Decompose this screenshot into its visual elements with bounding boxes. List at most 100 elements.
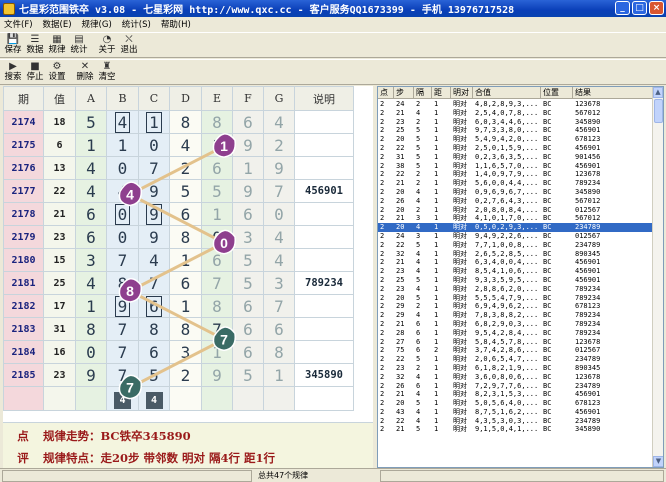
list-cell: 2	[416, 302, 421, 311]
list-row[interactable]: 2 31 5 1 明对 0,2,3,6,3,5,... BC 901456	[378, 153, 653, 162]
list-row[interactable]: 2 21 4 1 明对 6,3,4,0,0,4,... BC 456901	[378, 258, 653, 267]
list-row[interactable]: 2 20 4 1 明对 0,9,6,9,6,7,... BC 345890	[378, 188, 653, 197]
toolbar-button-2[interactable]: ⚙ 设置	[46, 60, 68, 84]
menu-item-3[interactable]: 统计(S)	[122, 18, 151, 30]
sum-value-cell: 13	[43, 156, 76, 180]
digit-value: 6	[180, 273, 191, 293]
list-row[interactable]: 2 21 2 1 明对 5,6,0,0,4,4,... BC 789234	[378, 179, 653, 188]
toolbar-button-0[interactable]: ▶ 搜索	[2, 60, 24, 84]
list-row[interactable]: 2 22 5 1 明对 2,5,0,1,5,9,... BC 456901	[378, 144, 653, 153]
list-row[interactable]: 2 32 4 1 明对 3,6,0,8,0,6,... BC 123678	[378, 373, 653, 382]
list-row[interactable]: 2 21 4 1 明对 2,5,4,0,7,8,... BC 567012	[378, 109, 653, 118]
list-row[interactable]: 2 32 4 1 明对 2,6,5,2,8,5,... BC 890345	[378, 250, 653, 259]
list-row[interactable]: 2 21 6 1 明对 6,8,2,9,0,3,... BC 789234	[378, 320, 653, 329]
list-row[interactable]: 2 20 2 1 明对 2,0,8,0,8,4,... BC 012567	[378, 206, 653, 215]
list-row[interactable]: 2 21 4 1 明对 8,2,3,1,5,3,... BC 456901	[378, 390, 653, 399]
list-row[interactable]: 2 20 4 1 明对 0,5,0,2,9,3,... BC 234789	[378, 223, 653, 232]
list-cell: 3,7,4,2,8,6,...	[475, 346, 539, 355]
list-row[interactable]: 2 21 3 1 明对 4,1,0,1,7,0,... BC 567012	[378, 214, 653, 223]
scroll-thumb[interactable]	[654, 99, 663, 123]
list-cell: 2	[380, 337, 385, 346]
list-row[interactable]: 2 24 2 1 明对 4,8,2,8,9,3,... BC 123678	[378, 100, 653, 109]
toolbar-button-5[interactable]: ⛌ 退出	[118, 33, 140, 57]
note-cell	[294, 156, 354, 180]
list-column-header[interactable]: 明对	[451, 87, 473, 98]
scroll-down-arrow[interactable]: ▼	[653, 456, 663, 467]
maximize-button[interactable]: □	[632, 1, 647, 15]
list-cell: 7,2,9,7,7,6,...	[475, 381, 539, 390]
list-row[interactable]: 2 38 5 1 明对 1,1,6,5,7,0,... BC 456901	[378, 162, 653, 171]
toolbar-button-3[interactable]: ▤ 统计	[68, 33, 90, 57]
list-row[interactable]: 2 20 5 1 明对 5,4,9,4,2,0,... BC 678123	[378, 135, 653, 144]
list-cell: 789234	[575, 311, 601, 320]
list-row[interactable]: 2 29 4 1 明对 7,8,3,8,8,2,... BC 789234	[378, 311, 653, 320]
digit-cell: 4	[138, 248, 170, 272]
list-row[interactable]: 2 22 4 1 明对 4,3,5,3,0,3,... BC 234789	[378, 417, 653, 426]
digit-cell: 0	[201, 225, 233, 249]
list-scrollbar[interactable]: ▲ ▼	[652, 87, 663, 467]
list-row[interactable]: 2 24 3 1 明对 9,4,9,2,2,6,... BC 012567	[378, 232, 653, 241]
digit-cell: 5	[232, 271, 264, 295]
digit-value: 6	[212, 250, 222, 270]
toolbar-button-4[interactable]: ◔ 关于	[96, 33, 118, 57]
list-cell: 1	[434, 390, 439, 399]
list-row[interactable]: 2 21 5 1 明对 9,1,5,0,4,1,... BC 345890	[378, 425, 653, 434]
toolbar-button-1[interactable]: ■ 停止	[24, 60, 46, 84]
list-cell: 2,0,8,0,8,4,...	[475, 205, 539, 214]
toolbar-button-1[interactable]: ☰ 数据	[24, 33, 46, 57]
list-cell: 29	[396, 311, 405, 320]
list-cell: 4	[416, 108, 421, 117]
menu-item-1[interactable]: 数据(E)	[43, 18, 72, 30]
list-column-header[interactable]: 步	[394, 87, 414, 98]
list-row[interactable]: 2 22 2 1 明对 1,4,0,9,7,9,... BC 123678	[378, 170, 653, 179]
toolbar-button-0[interactable]: 💾 保存	[2, 33, 24, 57]
list-column-header[interactable]: 点	[378, 87, 394, 98]
menu-item-0[interactable]: 文件(F)	[4, 18, 33, 30]
list-row[interactable]: 2 22 5 1 明对 7,7,1,0,0,8,... BC 234789	[378, 241, 653, 250]
list-cell: 2	[380, 293, 385, 302]
scroll-up-arrow[interactable]: ▲	[653, 87, 663, 98]
about-icon: ◔	[102, 34, 112, 45]
list-row[interactable]: 2 23 2 1 明对 6,1,8,2,1,9,... BC 890345	[378, 364, 653, 373]
toolbar-button-2[interactable]: ▦ 规律	[46, 33, 68, 57]
list-cell: 5	[416, 355, 421, 364]
list-row[interactable]: 2 23 4 1 明对 8,5,4,1,0,6,... BC 456901	[378, 267, 653, 276]
menu-item-4[interactable]: 帮助(H)	[161, 18, 191, 30]
period-cell: 2179	[3, 225, 44, 249]
menu-item-2[interactable]: 规律(G)	[82, 18, 112, 30]
list-row[interactable]: 2 26 4 1 明对 0,2,7,6,4,3,... BC 567012	[378, 197, 653, 206]
toolbar-label: 退出	[120, 45, 138, 55]
list-column-header[interactable]: 距	[432, 87, 451, 98]
list-row[interactable]: 2 27 6 1 明对 5,8,4,5,7,8,... BC 123678	[378, 338, 653, 347]
rule-list[interactable]: 点步隔距明对 合值 位置 结果 2 24 2 1 明对 4,8,2,8,9,3,... BC 123…	[377, 86, 664, 468]
toolbar-button-3[interactable]: ✕ 删除	[74, 60, 96, 84]
list-column-header[interactable]: 位置	[541, 87, 573, 98]
digit-value: 9	[146, 203, 162, 225]
list-row[interactable]: 2 29 2 1 明对 6,9,4,9,6,2,... BC 678123	[378, 302, 653, 311]
list-row[interactable]: 2 25 5 1 明对 9,3,3,5,9,5,... BC 456901	[378, 276, 653, 285]
close-button[interactable]: ×	[649, 1, 664, 15]
list-cell: 2	[380, 319, 385, 328]
list-row[interactable]: 2 43 4 1 明对 8,7,5,1,6,2,... BC 456901	[378, 408, 653, 417]
list-cell: 23	[396, 363, 405, 372]
list-row[interactable]: 2 20 5 1 明对 5,0,5,6,4,0,... BC 678123	[378, 399, 653, 408]
list-row[interactable]: 2 23 4 1 明对 2,8,8,6,2,0,... BC 789234	[378, 285, 653, 294]
digit-cell: 4	[263, 225, 295, 249]
list-row[interactable]: 2 22 5 1 明对 2,0,6,5,4,7,... BC 234789	[378, 355, 653, 364]
list-row[interactable]: 2 75 6 2 明对 3,7,4,2,8,6,... BC 012567	[378, 346, 653, 355]
column-header: B	[106, 86, 139, 111]
list-row[interactable]: 2 28 6 1 明对 9,5,4,2,8,4,... BC 789234	[378, 329, 653, 338]
list-row[interactable]: 2 23 2 1 明对 6,0,3,4,4,6,... BC 345890	[378, 118, 653, 127]
list-row[interactable]: 2 20 5 1 明对 5,5,5,4,7,9,... BC 789234	[378, 294, 653, 303]
minimize-button[interactable]: _	[615, 1, 630, 15]
column-header: C	[138, 86, 170, 111]
list-row[interactable]: 2 25 5 1 明对 9,7,3,3,8,0,... BC 456901	[378, 126, 653, 135]
toolbar-label: 规律	[48, 45, 66, 55]
list-column-header[interactable]: 结果	[573, 87, 653, 98]
list-row[interactable]: 2 26 6 1 明对 7,2,9,7,7,6,... BC 234789	[378, 382, 653, 391]
list-cell: 6	[416, 328, 421, 337]
toolbar-button-4[interactable]: ♜ 清空	[96, 60, 118, 84]
list-column-header[interactable]: 隔	[414, 87, 432, 98]
list-column-header[interactable]: 合值	[473, 87, 541, 98]
digit-cell: 1	[138, 110, 170, 134]
